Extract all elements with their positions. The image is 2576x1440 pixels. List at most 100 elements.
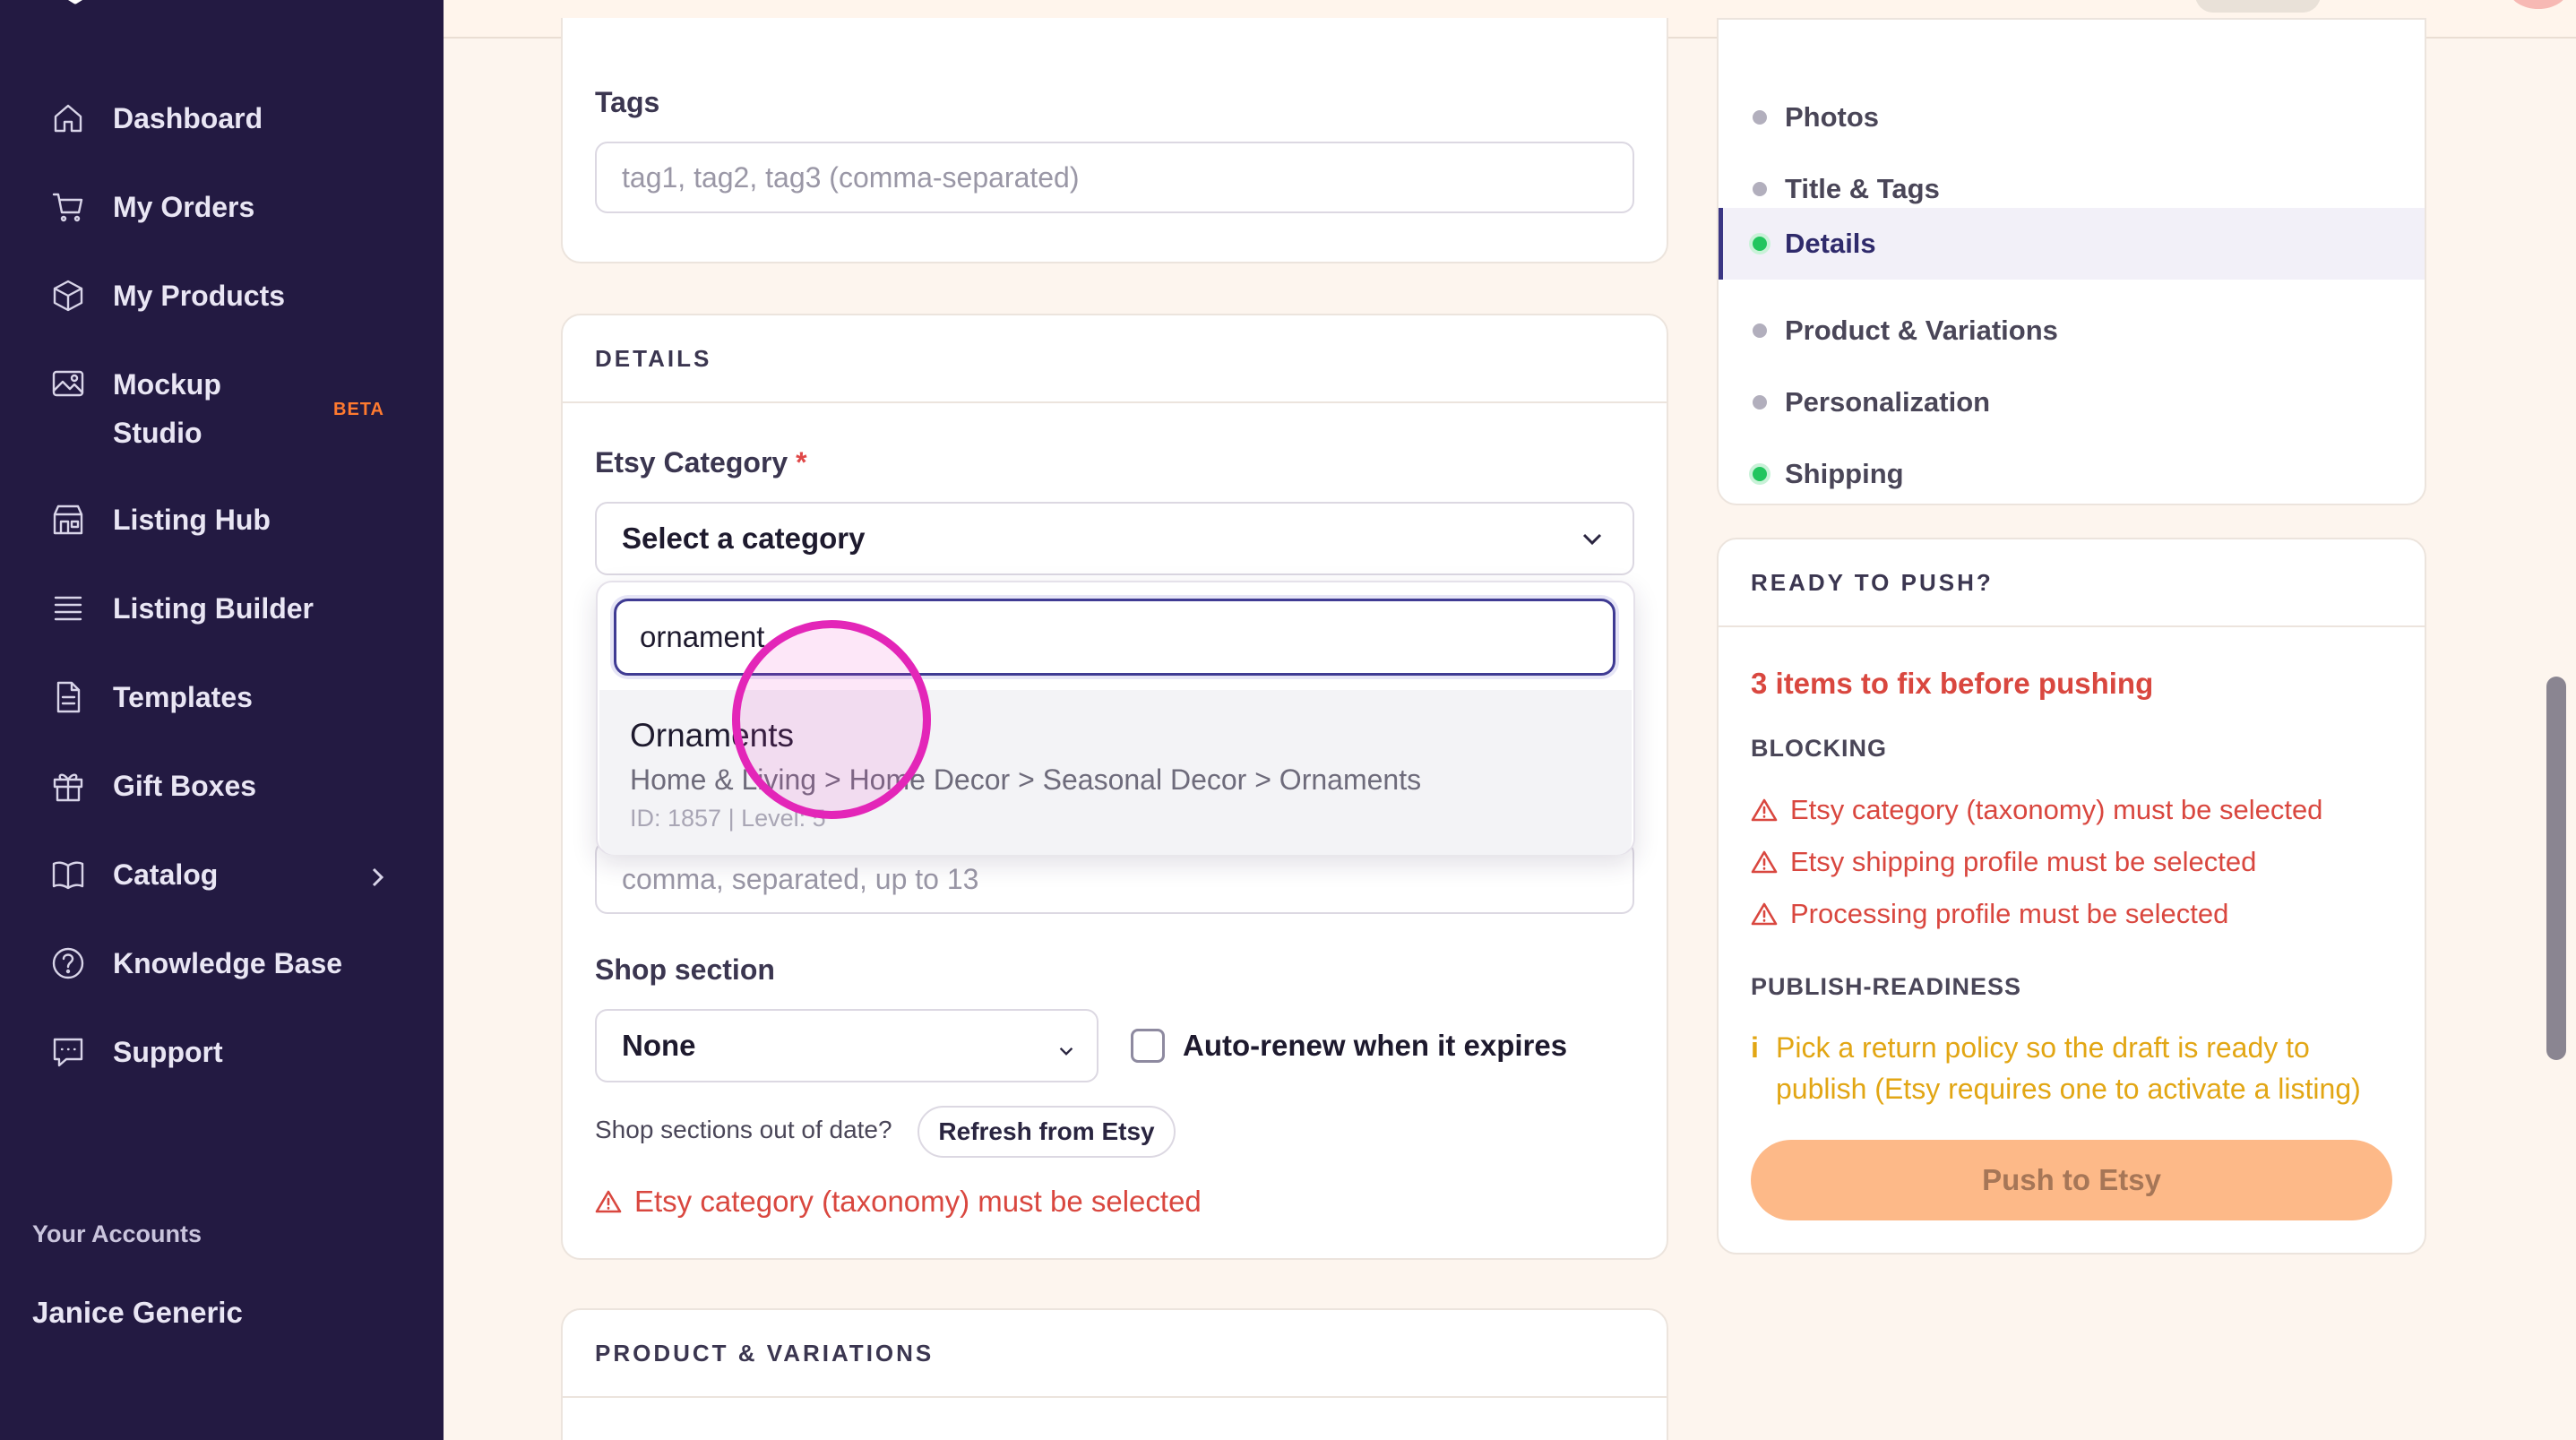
- step-personalization[interactable]: Personalization: [1719, 367, 2425, 437]
- sidebar-item-my-products[interactable]: My Products: [50, 278, 285, 314]
- sidebar-item-label: Catalog: [113, 858, 219, 891]
- shop-section-label: Shop section: [595, 953, 775, 986]
- step-label: Shipping: [1785, 458, 1904, 489]
- document-icon: [50, 679, 86, 715]
- sidebar-item-support[interactable]: Support: [50, 1034, 223, 1070]
- step-label: Personalization: [1785, 386, 1991, 418]
- warning-icon: [1751, 797, 1778, 823]
- step-label: Details: [1785, 228, 1876, 259]
- step-details[interactable]: Details: [1719, 208, 2425, 280]
- sidebar-item-mockup-studio[interactable]: Mockup Studio: [50, 360, 221, 457]
- status-dot: [1753, 467, 1767, 481]
- option-path: Home & Living > Home Decor > Seasonal De…: [630, 763, 1422, 796]
- etsy-category-label: Etsy Category *: [595, 446, 807, 479]
- store-icon: [50, 502, 86, 538]
- sidebar-item-label-line1: Mockup: [113, 368, 221, 401]
- home-icon: [50, 100, 86, 136]
- sidebar-item-label: Dashboard: [113, 101, 263, 134]
- step-label: Product & Variations: [1785, 315, 2058, 346]
- category-select-value: Select a category: [622, 522, 866, 555]
- auto-renew-checkbox[interactable]: [1131, 1029, 1165, 1063]
- chevron-right-icon[interactable]: [366, 866, 389, 889]
- chat-icon: [50, 1034, 86, 1070]
- image-icon: [50, 366, 86, 401]
- blocking-item: Etsy category (taxonomy) must be selecte…: [1751, 794, 2322, 826]
- status-dot: [1753, 323, 1767, 338]
- publish-readiness-label: PUBLISH-READINESS: [1751, 973, 2022, 1000]
- details-header: DETAILS: [563, 315, 1667, 403]
- logo-icon[interactable]: [47, 0, 104, 14]
- option-title: Ornaments: [630, 717, 795, 754]
- account-switcher[interactable]: Janice Generic: [32, 1296, 243, 1330]
- sidebar-item-templates[interactable]: Templates: [50, 679, 253, 715]
- tags-card: Tags tag1, tag2, tag3 (comma-separated): [561, 18, 1668, 263]
- help-icon: [50, 945, 86, 981]
- category-option-ornaments[interactable]: Ornaments Home & Living > Home Decor > S…: [599, 690, 1632, 855]
- step-label: Title & Tags: [1785, 173, 1940, 204]
- step-shipping[interactable]: Shipping: [1719, 439, 2425, 509]
- category-error: Etsy category (taxonomy) must be selecte…: [595, 1185, 1202, 1219]
- category-search-value: ornament: [640, 620, 765, 653]
- sidebar-item-label-line2: Studio: [113, 417, 202, 449]
- avatar[interactable]: [2509, 0, 2568, 9]
- sidebar-item-label: My Products: [113, 279, 286, 312]
- step-product-variations[interactable]: Product & Variations: [1719, 296, 2425, 366]
- cube-icon: [50, 278, 86, 314]
- status-dot: [1753, 237, 1767, 251]
- refresh-from-etsy-button[interactable]: Refresh from Etsy: [918, 1106, 1176, 1158]
- sidebar-item-knowledge-base[interactable]: Knowledge Base: [50, 945, 342, 981]
- ready-header: READY TO PUSH?: [1719, 539, 2425, 627]
- product-variations-header: PRODUCT & VARIATIONS: [563, 1310, 1667, 1398]
- tags-label: Tags: [595, 86, 660, 118]
- info-icon: i: [1751, 1031, 1759, 1064]
- blocking-item-text: Etsy shipping profile must be selected: [1790, 846, 2257, 877]
- status-dot: [1753, 182, 1767, 196]
- sidebar: Dashboard My Orders My Products Mockup S…: [0, 0, 444, 1440]
- hidden-input-placeholder: comma, separated, up to 13: [622, 863, 979, 895]
- readiness-note: i Pick a return policy so the draft is r…: [1751, 1027, 2361, 1109]
- book-icon: [50, 857, 86, 892]
- required-mark: *: [796, 446, 807, 479]
- status-dot: [1753, 395, 1767, 410]
- sidebar-item-gift-boxes[interactable]: Gift Boxes: [50, 768, 256, 804]
- warning-icon: [595, 1188, 622, 1215]
- sidebar-item-catalog[interactable]: Catalog: [50, 857, 218, 892]
- product-variations-card: PRODUCT & VARIATIONS: [561, 1308, 1668, 1440]
- ready-to-push-card: READY TO PUSH? 3 items to fix before pus…: [1717, 538, 2426, 1255]
- tags-input[interactable]: tag1, tag2, tag3 (comma-separated): [595, 142, 1634, 213]
- sidebar-item-label: Gift Boxes: [113, 769, 257, 802]
- readiness-line-2: publish (Etsy requires one to activate a…: [1776, 1073, 2361, 1105]
- cart-icon: [50, 189, 86, 225]
- sidebar-item-label: Listing Hub: [113, 503, 271, 536]
- sidebar-item-dashboard[interactable]: Dashboard: [50, 100, 263, 136]
- scrollbar-thumb[interactable]: [2546, 677, 2566, 1060]
- step-label: Photos: [1785, 101, 1880, 133]
- category-error-text: Etsy category (taxonomy) must be selecte…: [634, 1185, 1202, 1218]
- blocking-item-text: Processing profile must be selected: [1790, 898, 2229, 929]
- blocking-item: Processing profile must be selected: [1751, 898, 2228, 930]
- gift-icon: [50, 768, 86, 804]
- warning-icon: [1751, 901, 1778, 927]
- category-search-input[interactable]: ornament: [614, 599, 1615, 676]
- sidebar-item-my-orders[interactable]: My Orders: [50, 189, 254, 225]
- option-meta: ID: 1857 | Level: 5: [630, 805, 826, 832]
- sidebar-item-listing-builder[interactable]: Listing Builder: [50, 591, 314, 626]
- shop-section-value: None: [622, 1029, 696, 1062]
- category-select[interactable]: Select a category: [595, 502, 1634, 575]
- sidebar-item-listing-hub[interactable]: Listing Hub: [50, 502, 271, 538]
- blocking-item-text: Etsy category (taxonomy) must be selecte…: [1790, 794, 2323, 825]
- sidebar-item-label: Knowledge Base: [113, 946, 343, 979]
- chevron-down-icon: [1579, 525, 1606, 552]
- sidebar-item-label: Templates: [113, 680, 253, 713]
- shop-section-select[interactable]: None: [595, 1009, 1098, 1082]
- tags-placeholder: tag1, tag2, tag3 (comma-separated): [622, 160, 1080, 194]
- step-photos[interactable]: Photos: [1719, 82, 2425, 152]
- fix-count-title: 3 items to fix before pushing: [1751, 667, 2154, 700]
- accounts-label: Your Accounts: [32, 1220, 202, 1247]
- beta-badge: BETA: [333, 400, 384, 419]
- push-to-etsy-button[interactable]: Push to Etsy: [1751, 1140, 2392, 1220]
- blocking-label: BLOCKING: [1751, 735, 1887, 762]
- warning-icon: [1751, 849, 1778, 875]
- status-dot: [1753, 110, 1767, 125]
- top-bar-pill[interactable]: [2195, 0, 2321, 13]
